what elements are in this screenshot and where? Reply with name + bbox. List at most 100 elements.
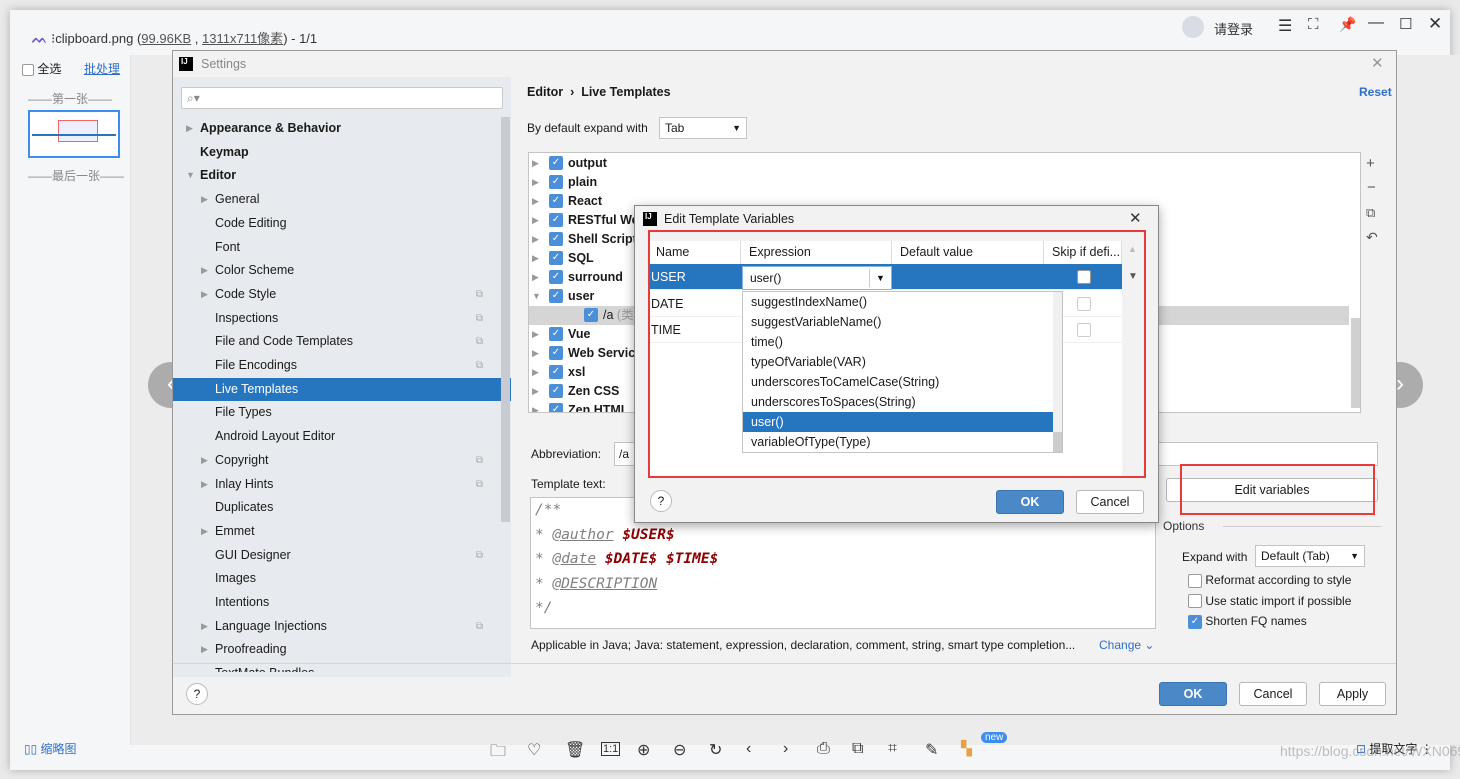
tree-item[interactable]: ▶ Emmet [173,520,501,543]
list-scrollbar[interactable] [1351,318,1360,408]
tree-item[interactable]: ▶ Copyright ⧉ [173,449,501,472]
chevron-right-icon[interactable]: ▶ [532,344,539,363]
chevron-right-icon[interactable]: ▶ [532,154,539,173]
cancel-button[interactable]: Cancel [1076,490,1144,514]
tree-item[interactable]: GUI Designer ⧉ [173,544,501,567]
ok-button[interactable]: OK [1159,682,1227,706]
minimize-icon[interactable]: — [1368,14,1384,32]
template-checkbox[interactable]: ✓ [549,156,563,170]
chevron-right-icon[interactable]: ▶ [532,192,539,211]
chevron-down-icon[interactable]: ▼ [186,164,195,187]
chevron-right-icon[interactable]: ▶ [532,363,539,382]
chevron-right-icon[interactable]: ▶ [186,117,193,140]
chevron-right-icon[interactable]: ▶ [201,520,208,543]
settings-search-input[interactable]: ⌕▾ [181,87,503,109]
ok-button[interactable]: OK [996,490,1064,514]
tree-item[interactable]: Font [173,236,501,259]
chevron-right-icon[interactable]: ▶ [532,401,539,412]
duplicate-icon[interactable]: ⧉ [1366,205,1375,221]
delete-icon[interactable]: 🗑 [565,740,585,760]
template-group[interactable]: ▶ ✓ plain [529,173,1349,192]
tree-item[interactable]: File and Code Templates ⧉ [173,330,501,353]
close-icon[interactable]: ✕ [1428,14,1442,34]
chevron-right-icon[interactable]: ▶ [201,473,208,496]
fullscreen-icon[interactable]: ⛶ [1308,16,1319,33]
template-checkbox[interactable]: ✓ [549,232,563,246]
print-icon[interactable]: ⎙ [817,740,830,758]
tree-item[interactable]: ▶ Language Injections ⧉ [173,615,501,638]
chevron-right-icon[interactable]: ▶ [201,638,208,661]
maximize-icon[interactable]: ☐ [1399,15,1412,33]
tree-item[interactable]: ▶ Code Style ⧉ [173,283,501,306]
add-icon[interactable]: + [1366,155,1375,172]
avatar[interactable] [1182,16,1204,38]
checkbox[interactable] [1188,573,1202,588]
template-checkbox[interactable]: ✓ [549,270,563,284]
chevron-right-icon[interactable]: ▶ [532,325,539,344]
tree-item[interactable]: Duplicates [173,496,501,519]
tree-item[interactable]: ▼ Editor [173,164,501,187]
thumbnail[interactable] [28,110,120,158]
chevron-right-icon[interactable]: ▶ [201,259,208,282]
chevron-right-icon[interactable]: ▶ [532,382,539,401]
help-button[interactable]: ? [650,490,672,512]
tree-item[interactable]: Intentions [173,591,501,614]
tree-item[interactable]: ▶ General [173,188,501,211]
favorite-icon[interactable]: ♡ [527,740,541,760]
zoom-in-icon[interactable]: ⊕ [637,740,650,760]
options-expand-select[interactable]: Default (Tab) ▼ [1255,545,1365,567]
template-checkbox[interactable]: ✓ [549,289,563,303]
chevron-right-icon[interactable]: ▶ [532,211,539,230]
chevron-right-icon[interactable]: ▶ [201,283,208,306]
tree-item[interactable]: Android Layout Editor [173,425,501,448]
help-button[interactable]: ? [186,683,208,705]
option-3-checkbox[interactable]: ✓ Shorten FQ names [1188,614,1307,629]
template-checkbox[interactable]: ✓ [549,327,563,341]
template-checkbox[interactable]: ✓ [549,403,563,412]
template-checkbox[interactable]: ✓ [549,251,563,265]
open-folder-icon[interactable]: 🗀 [490,740,506,767]
apps-icon[interactable]: ▚ [961,740,972,757]
apply-button[interactable]: Apply [1319,682,1386,706]
edit-icon[interactable]: ✎ [925,740,938,760]
tree-item[interactable]: File Types [173,401,501,424]
option-2-checkbox[interactable]: Use static import if possible [1188,594,1351,609]
change-link[interactable]: Change ⌄ [1099,638,1154,652]
chevron-right-icon[interactable]: ▶ [201,449,208,472]
template-checkbox[interactable]: ✓ [549,194,563,208]
restore-icon[interactable]: ↶ [1366,229,1378,246]
close-icon[interactable]: ✕ [1129,209,1142,227]
chevron-right-icon[interactable]: ▶ [201,615,208,638]
copy-icon[interactable]: ⧉ [852,740,863,758]
chevron-right-icon[interactable]: ▶ [201,188,208,211]
checkbox[interactable]: ✓ [1188,614,1202,629]
chevron-right-icon[interactable]: ▶ [532,230,539,249]
previous-icon[interactable]: ‹ [746,740,751,758]
template-checkbox[interactable]: ✓ [549,365,563,379]
close-icon[interactable]: ✕ [1371,54,1384,72]
rotate-icon[interactable]: ↻ [709,740,722,760]
tree-item[interactable]: Images [173,567,501,590]
expand-with-select[interactable]: Tab ▼ [659,117,747,139]
tree-item[interactable]: ▶ Color Scheme [173,259,501,282]
tree-item[interactable]: Code Editing [173,212,501,235]
chevron-right-icon[interactable]: ▶ [532,249,539,268]
tree-scrollbar[interactable] [501,117,510,522]
select-all-checkbox[interactable]: 全选 [22,60,61,77]
tree-item[interactable]: Inspections ⧉ [173,307,501,330]
template-checkbox[interactable]: ✓ [584,308,598,322]
template-checkbox[interactable]: ✓ [549,175,563,189]
tree-item[interactable]: ▶ Appearance & Behavior [173,117,501,140]
actual-size-icon[interactable]: 1:1 [601,742,621,756]
template-group[interactable]: ▶ ✓ output [529,154,1349,173]
tree-item[interactable]: ▶ Inlay Hints ⧉ [173,473,501,496]
tree-item[interactable]: Live Templates [173,377,511,401]
pin-icon[interactable]: 📌 [1339,16,1356,33]
menu-icon[interactable]: ☰ [1278,16,1292,36]
chevron-right-icon[interactable]: ▶ [532,268,539,287]
zoom-out-icon[interactable]: ⊖ [673,740,686,760]
option-1-checkbox[interactable]: Reformat according to style [1188,573,1351,588]
template-checkbox[interactable]: ✓ [549,346,563,360]
next-icon[interactable]: › [783,740,788,758]
chevron-down-icon[interactable]: ▼ [532,287,541,306]
